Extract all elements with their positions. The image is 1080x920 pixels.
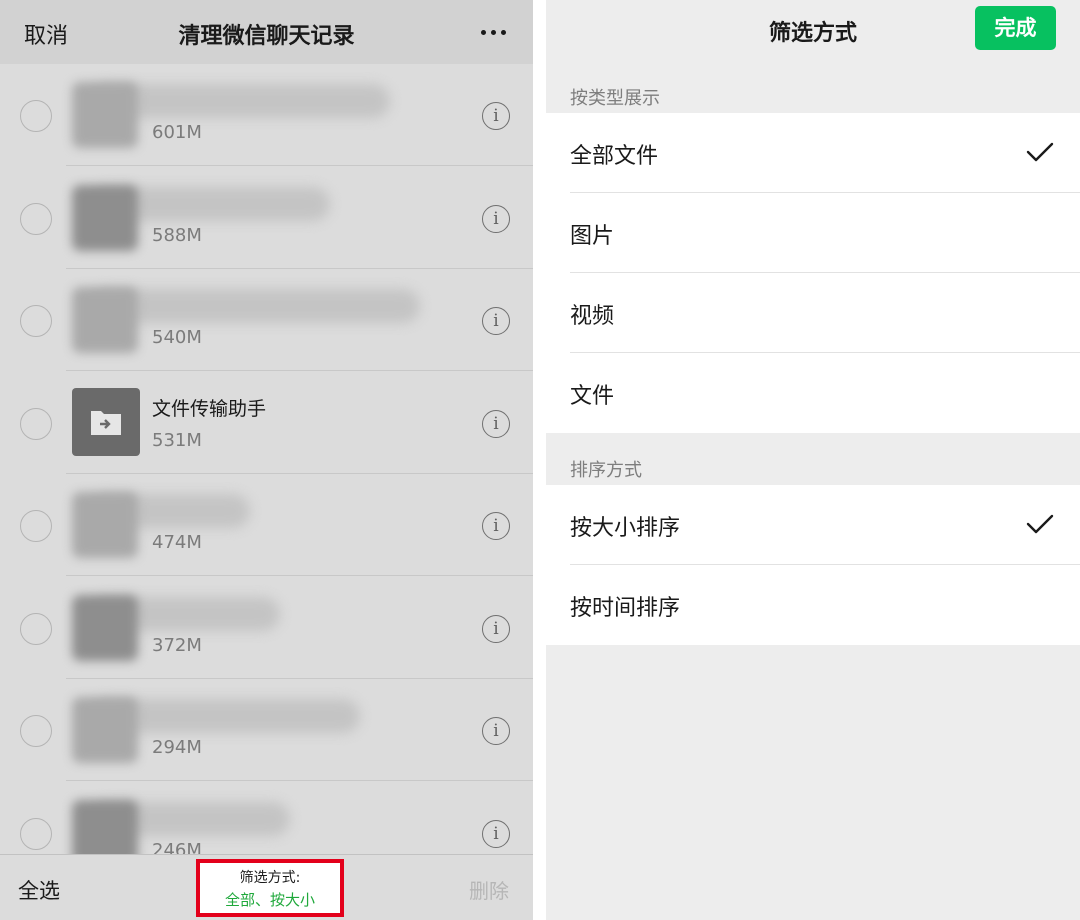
row-separator xyxy=(66,780,533,781)
select-all-button[interactable]: 全选 xyxy=(18,875,60,905)
select-radio[interactable] xyxy=(20,613,52,645)
chat-row[interactable]: 601M i xyxy=(0,64,533,166)
filter-mode-button[interactable]: 筛选方式: 全部、按大小 xyxy=(196,859,344,917)
info-icon[interactable]: i xyxy=(482,512,510,540)
option-label: 全部文件 xyxy=(570,144,659,169)
info-icon[interactable]: i xyxy=(482,307,510,335)
chat-size: 294M xyxy=(152,737,202,758)
select-radio[interactable] xyxy=(20,203,52,235)
checkmark-icon xyxy=(1026,142,1054,162)
option-label: 视频 xyxy=(570,304,615,329)
chat-row[interactable]: 372M i xyxy=(0,577,533,679)
option-label: 按大小排序 xyxy=(570,516,681,541)
bottom-toolbar: 全选 筛选方式: 全部、按大小 删除 xyxy=(0,854,533,920)
chat-cleanup-screen: 取消 清理微信聊天记录 601M i 588M i 540M i 文件传输助手 531M i 47… xyxy=(0,0,533,920)
chat-list: 601M i 588M i 540M i 文件传输助手 531M i 474M i 372M i 294M… xyxy=(0,64,533,854)
info-icon[interactable]: i xyxy=(482,615,510,643)
chat-size: 540M xyxy=(152,327,202,348)
chat-size: 372M xyxy=(152,635,202,656)
option-item[interactable]: 全部文件 xyxy=(546,113,1080,193)
chat-row[interactable]: 294M i xyxy=(0,679,533,781)
chat-size: 474M xyxy=(152,532,202,553)
filter-mode-label: 筛选方式: xyxy=(239,870,301,886)
blurred-avatar xyxy=(72,697,138,763)
chat-row[interactable]: 588M i xyxy=(0,167,533,269)
select-radio[interactable] xyxy=(20,715,52,747)
nav-bar: 取消 清理微信聊天记录 xyxy=(0,0,533,64)
done-button[interactable]: 完成 xyxy=(975,6,1056,50)
cancel-button[interactable]: 取消 xyxy=(24,18,68,50)
filter-settings-screen: 筛选方式 完成 按类型展示 全部文件 图片 视频 文件 排序方式 按大小排序 按时间排序 xyxy=(546,0,1080,920)
panel-divider xyxy=(533,0,546,920)
option-item[interactable]: 按大小排序 xyxy=(546,485,1080,565)
option-item[interactable]: 视频 xyxy=(546,273,1080,353)
chat-row[interactable]: 文件传输助手 531M i xyxy=(0,372,533,474)
option-item[interactable]: 文件 xyxy=(546,353,1080,433)
row-separator xyxy=(66,575,533,576)
blurred-avatar xyxy=(72,82,138,148)
chat-row[interactable]: 246M i xyxy=(0,782,533,854)
chat-size: 531M xyxy=(152,430,202,451)
info-icon[interactable]: i xyxy=(482,410,510,438)
file-transfer-folder-icon xyxy=(72,388,140,456)
page-title: 清理微信聊天记录 xyxy=(178,24,355,49)
select-radio[interactable] xyxy=(20,510,52,542)
type-options-group: 全部文件图片视频文件 xyxy=(546,113,1080,433)
option-item[interactable]: 图片 xyxy=(546,193,1080,273)
row-separator xyxy=(66,370,533,371)
select-radio[interactable] xyxy=(20,408,52,440)
info-icon[interactable]: i xyxy=(482,717,510,745)
filter-mode-value: 全部、按大小 xyxy=(224,891,315,909)
chat-row[interactable]: 540M i xyxy=(0,269,533,371)
select-radio[interactable] xyxy=(20,305,52,337)
option-label: 文件 xyxy=(570,384,615,409)
blurred-chat-name xyxy=(90,289,420,323)
info-icon[interactable]: i xyxy=(482,820,510,848)
blurred-avatar xyxy=(72,492,138,558)
chat-name: 文件传输助手 xyxy=(152,398,267,420)
delete-button[interactable]: 删除 xyxy=(469,875,509,904)
type-section-label: 按类型展示 xyxy=(570,88,660,109)
blurred-avatar xyxy=(72,595,138,661)
option-item[interactable]: 按时间排序 xyxy=(546,565,1080,645)
select-radio[interactable] xyxy=(20,100,52,132)
blurred-avatar xyxy=(72,800,138,854)
chat-row[interactable]: 474M i xyxy=(0,474,533,576)
info-icon[interactable]: i xyxy=(482,102,510,130)
sort-options-group: 按大小排序按时间排序 xyxy=(546,485,1080,645)
blurred-avatar xyxy=(72,287,138,353)
option-label: 图片 xyxy=(570,224,615,249)
chat-size: 601M xyxy=(152,122,202,143)
chat-size: 246M xyxy=(152,840,202,854)
sort-section-label: 排序方式 xyxy=(570,460,642,481)
info-icon[interactable]: i xyxy=(482,205,510,233)
select-radio[interactable] xyxy=(20,818,52,850)
checkmark-icon xyxy=(1026,514,1054,534)
option-label: 按时间排序 xyxy=(570,596,681,621)
more-options-icon[interactable] xyxy=(481,30,507,36)
row-separator xyxy=(66,165,533,166)
blurred-avatar xyxy=(72,185,138,251)
chat-size: 588M xyxy=(152,225,202,246)
